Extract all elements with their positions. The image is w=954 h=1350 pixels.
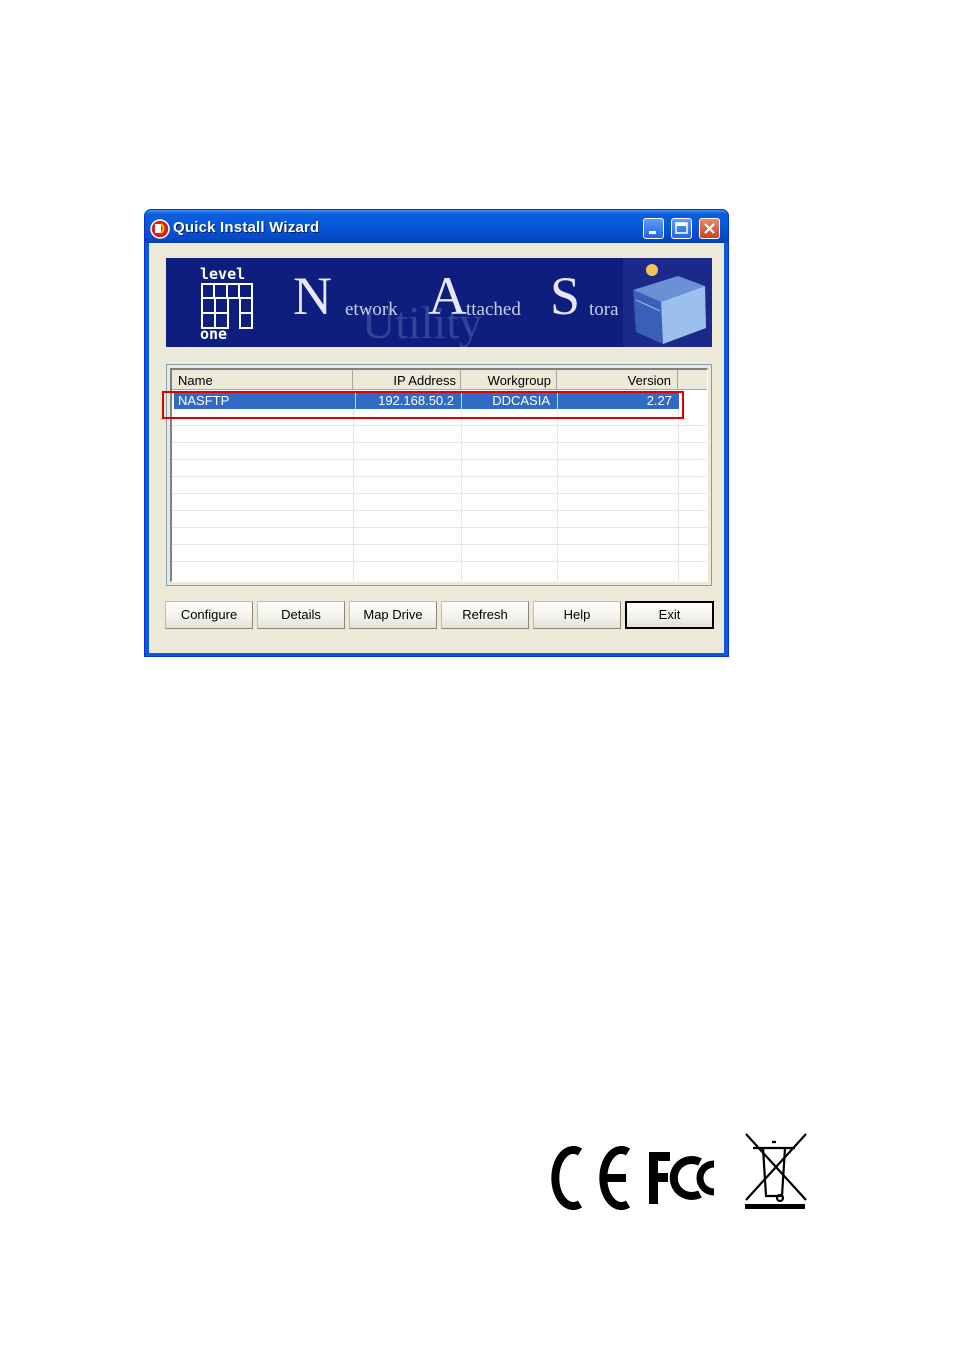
- grid-line: [172, 476, 707, 477]
- ce-mark-icon: [551, 1146, 631, 1210]
- selected-device-highlight: [162, 391, 684, 419]
- banner-letter-s: S: [550, 266, 580, 326]
- close-button[interactable]: [699, 218, 720, 239]
- window-title: Quick Install Wizard: [173, 219, 320, 236]
- grid-line: [172, 459, 707, 460]
- banner-letter-n: N: [293, 266, 332, 326]
- nas-utility-banner: level one Utility N etwork A ttached S t…: [166, 258, 712, 347]
- grid-line: [172, 510, 707, 511]
- quick-install-wizard-window: Quick Install Wizard level one Utility N…: [144, 209, 729, 657]
- banner-letter-a: A: [428, 266, 467, 326]
- nas-device-icon: [623, 258, 712, 347]
- app-icon: [150, 219, 170, 239]
- help-button[interactable]: Help: [533, 601, 621, 629]
- grid-line: [172, 493, 707, 494]
- logo-text-level: level: [200, 265, 245, 283]
- maximize-button[interactable]: [671, 218, 692, 239]
- refresh-button[interactable]: Refresh: [441, 601, 529, 629]
- column-header-filler: [678, 370, 707, 390]
- grid-line: [172, 442, 707, 443]
- column-header-ip-address[interactable]: IP Address: [353, 370, 461, 390]
- logo-text-one: one: [200, 325, 227, 343]
- close-icon: [704, 223, 715, 234]
- level-one-logo: level one: [200, 265, 253, 343]
- minimize-button[interactable]: [643, 218, 664, 239]
- fcc-mark-icon: [649, 1152, 715, 1204]
- grid-line: [172, 544, 707, 545]
- title-bar[interactable]: Quick Install Wizard: [145, 210, 728, 243]
- details-button[interactable]: Details: [257, 601, 345, 629]
- column-header-name[interactable]: Name: [172, 370, 353, 390]
- minimize-icon: [649, 231, 656, 234]
- certification-marks: [551, 1133, 807, 1210]
- banner-graphic: level one Utility N etwork A ttached S t…: [200, 258, 712, 347]
- banner-word-etwork: etwork: [345, 299, 398, 320]
- grid-line: [172, 527, 707, 528]
- banner-word-tora: tora: [589, 299, 619, 320]
- map-drive-button[interactable]: Map Drive: [349, 601, 437, 629]
- window-client-area: level one Utility N etwork A ttached S t…: [149, 243, 724, 653]
- grid-line: [172, 561, 707, 562]
- banner-word-ttached: ttached: [466, 299, 521, 320]
- column-header-workgroup[interactable]: Workgroup: [461, 370, 557, 390]
- configure-button[interactable]: Configure: [165, 601, 253, 629]
- grid-line: [172, 425, 707, 426]
- exit-button[interactable]: Exit: [625, 601, 714, 629]
- weee-bin-icon: [745, 1133, 807, 1209]
- maximize-icon: [675, 222, 688, 234]
- column-header-version[interactable]: Version: [557, 370, 678, 390]
